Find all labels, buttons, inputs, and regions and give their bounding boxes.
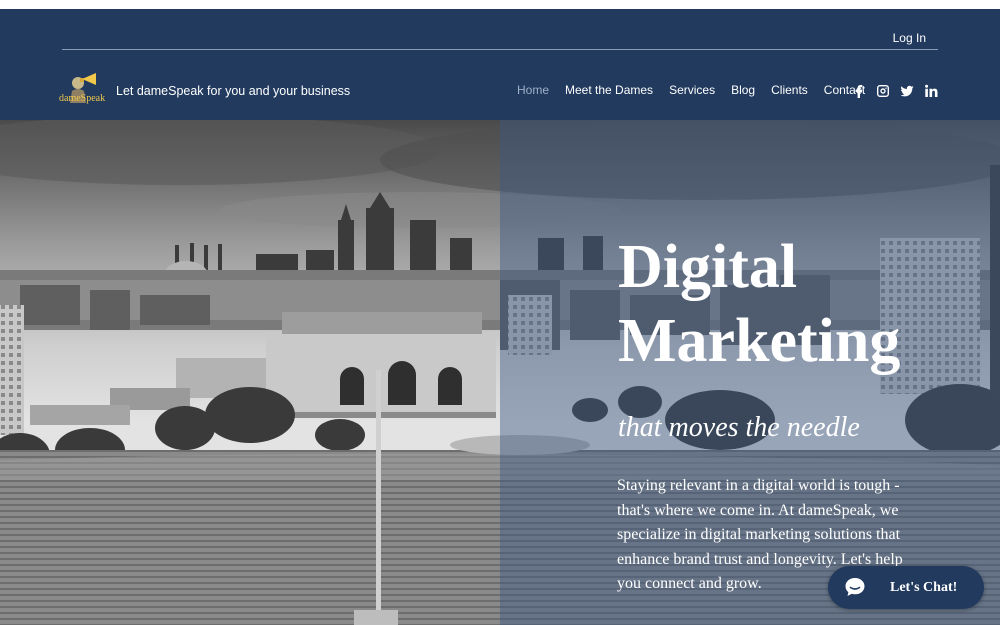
chat-button[interactable]: Let's Chat! [828,566,984,609]
hero-title-line2: Marketing [618,307,901,375]
tagline: Let dameSpeak for you and your business [116,84,351,98]
hero-section: Digital Marketing that moves the needle … [0,120,1000,625]
login-link[interactable]: Log In [893,31,926,45]
facebook-icon[interactable] [852,84,866,98]
nav-meet-the-dames[interactable]: Meet the Dames [565,83,653,97]
linkedin-icon[interactable] [924,84,938,98]
twitter-icon[interactable] [900,84,914,98]
nav-blog[interactable]: Blog [731,83,755,97]
header-divider [62,49,938,50]
main-nav: Home Meet the Dames Services Blog Client… [517,83,881,97]
nav-services[interactable]: Services [669,83,715,97]
logo-wordmark: dameSpeak [59,93,106,104]
chat-button-label: Let's Chat! [890,579,958,595]
hero-title: Digital Marketing [618,230,900,378]
nav-home[interactable]: Home [517,83,549,97]
nav-clients[interactable]: Clients [771,83,808,97]
social-links [852,84,938,98]
chat-bubble-icon [845,578,865,596]
site-header: Log In dameSpeak Let dameSpeak for you a… [0,9,1000,120]
instagram-icon[interactable] [876,84,890,98]
hero-title-line1: Digital [618,233,798,301]
top-margin [0,0,1000,9]
hero-subtitle: that moves the needle [618,412,860,443]
